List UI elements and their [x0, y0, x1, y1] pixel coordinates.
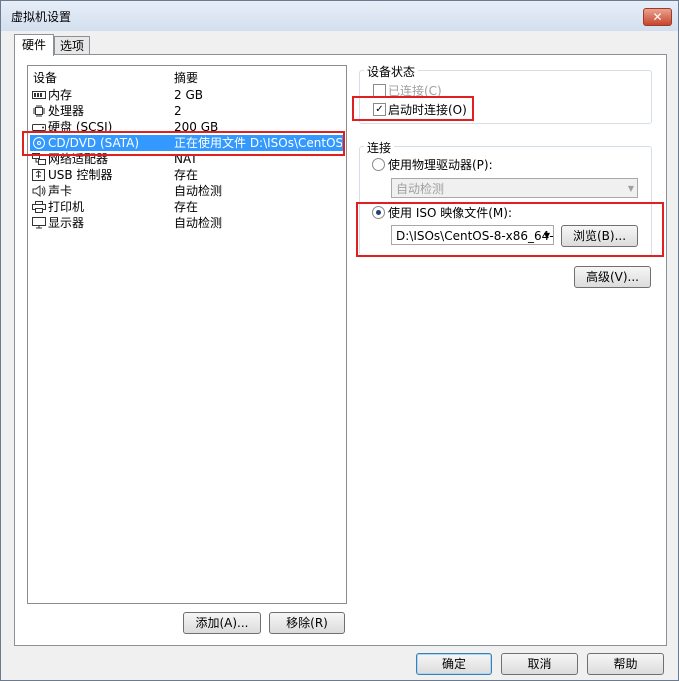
device-row-sound-card[interactable]: 声卡 自动检测 — [30, 183, 343, 199]
cd-dvd-icon — [32, 137, 46, 149]
tab-hardware[interactable]: 硬件 — [14, 34, 54, 56]
title-bar: 虚拟机设置 ✕ — [1, 1, 678, 31]
device-row-printer[interactable]: 打印机 存在 — [30, 199, 343, 215]
device-summary: 2 GB — [174, 88, 203, 102]
connect-at-power-on-label: 启动时连接(O) — [388, 103, 467, 117]
physical-drive-value: 自动检测 — [396, 182, 445, 196]
device-summary: 存在 — [174, 168, 199, 182]
chevron-down-icon: ▼ — [627, 184, 634, 193]
monitor-icon — [32, 217, 46, 229]
device-name: 处理器 — [48, 104, 85, 118]
device-summary: NAT — [174, 152, 198, 166]
device-name: USB 控制器 — [48, 168, 113, 182]
close-icon[interactable]: ✕ — [643, 8, 672, 26]
column-header-device[interactable]: 设备 — [33, 69, 57, 86]
speaker-icon — [32, 185, 46, 197]
device-name: CD/DVD (SATA) — [48, 136, 140, 150]
device-row-cd-dvd[interactable]: CD/DVD (SATA) 正在使用文件 D:\ISOs\CentOS-... — [30, 135, 343, 151]
usb-icon — [32, 169, 46, 181]
device-summary: 自动检测 — [174, 184, 223, 198]
printer-icon — [32, 201, 46, 213]
remove-device-button[interactable]: 移除(R) — [269, 612, 345, 634]
memory-icon — [32, 89, 46, 101]
iso-image-label: 使用 ISO 映像文件(M): — [388, 206, 512, 220]
browse-button[interactable]: 浏览(B)... — [561, 225, 638, 247]
device-summary: 正在使用文件 D:\ISOs\CentOS-... — [174, 136, 342, 150]
device-name: 声卡 — [48, 184, 73, 198]
device-name: 硬盘 (SCSI) — [48, 120, 113, 134]
connected-label: 已连接(C) — [388, 84, 442, 98]
device-row-processor[interactable]: 处理器 2 — [30, 103, 343, 119]
network-adapter-icon — [32, 153, 46, 165]
column-header-summary[interactable]: 摘要 — [174, 69, 198, 86]
tab-options[interactable]: 选项 — [54, 36, 90, 55]
iso-path-value: D:\ISOs\CentOS-8-x86_64-1 — [396, 229, 554, 243]
help-button[interactable]: 帮助 — [587, 653, 664, 675]
device-name: 打印机 — [48, 200, 85, 214]
physical-drive-label: 使用物理驱动器(P): — [388, 158, 493, 172]
connected-checkbox[interactable] — [373, 84, 386, 97]
device-row-memory[interactable]: 内存 2 GB — [30, 87, 343, 103]
physical-drive-select[interactable]: 自动检测 ▼ — [391, 178, 638, 198]
device-summary: 存在 — [174, 200, 199, 214]
iso-path-combo[interactable]: D:\ISOs\CentOS-8-x86_64-1 ▼ — [391, 225, 554, 245]
device-name: 显示器 — [48, 216, 85, 230]
physical-drive-radio[interactable] — [372, 158, 385, 171]
device-summary: 自动检测 — [174, 216, 223, 230]
cpu-icon — [32, 105, 46, 117]
device-row-display[interactable]: 显示器 自动检测 — [30, 215, 343, 231]
device-summary: 2 — [174, 104, 182, 118]
device-row-usb-controller[interactable]: USB 控制器 存在 — [30, 167, 343, 183]
connect-at-power-on-checkbox[interactable]: ✓ — [373, 103, 386, 116]
window-title: 虚拟机设置 — [11, 10, 72, 24]
add-device-button[interactable]: 添加(A)... — [183, 612, 261, 634]
advanced-button[interactable]: 高级(V)... — [574, 266, 651, 288]
hard-disk-icon — [32, 121, 46, 133]
device-row-hard-disk[interactable]: 硬盘 (SCSI) 200 GB — [30, 119, 343, 135]
device-name: 网络适配器 — [48, 152, 109, 166]
device-row-network-adapter[interactable]: 网络适配器 NAT — [30, 151, 343, 167]
ok-button[interactable]: 确定 — [416, 653, 492, 675]
device-summary: 200 GB — [174, 120, 219, 134]
device-status-label: 设备状态 — [364, 63, 419, 80]
connection-label: 连接 — [364, 139, 395, 156]
iso-image-radio[interactable] — [372, 206, 385, 219]
chevron-down-icon: ▼ — [543, 231, 550, 240]
cancel-button[interactable]: 取消 — [501, 653, 578, 675]
device-name: 内存 — [48, 88, 73, 102]
